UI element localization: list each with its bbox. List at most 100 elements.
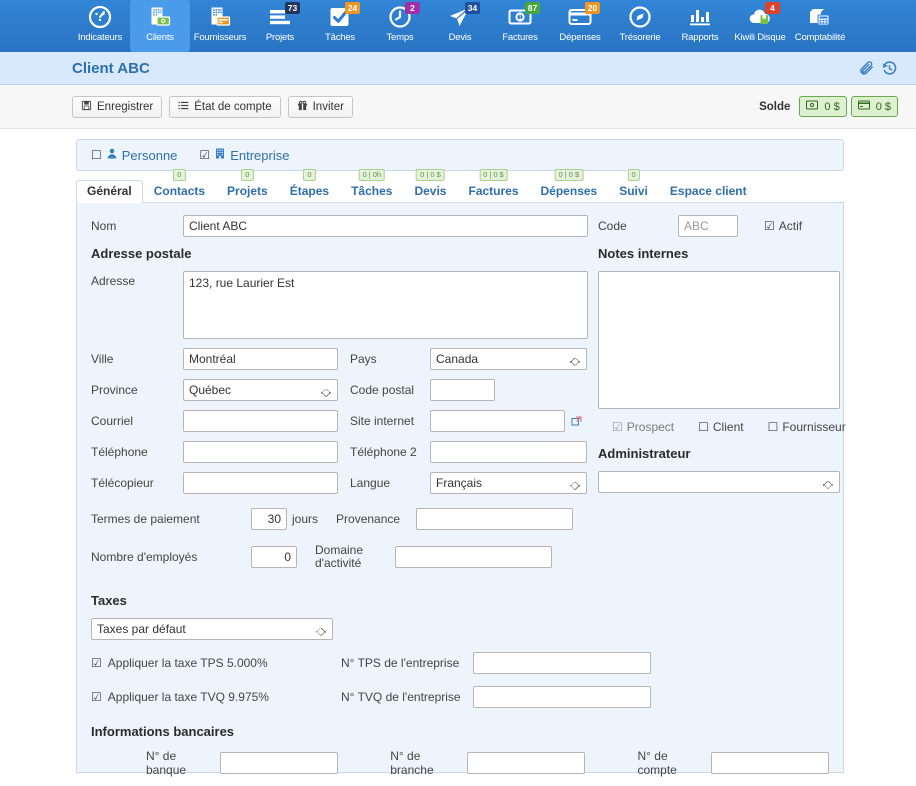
account-statement-label: État de compte: [194, 100, 272, 113]
balance-cash-value: 0 $: [824, 100, 840, 113]
courriel-input[interactable]: [183, 410, 338, 432]
nav-item-tresorerie[interactable]: Trésorerie: [610, 0, 670, 52]
pays-select[interactable]: Canada: [430, 348, 587, 370]
external-link-icon[interactable]: [571, 415, 583, 427]
site-internet-input[interactable]: [430, 410, 565, 432]
save-button[interactable]: Enregistrer: [72, 95, 163, 118]
tab-etapes[interactable]: 0 Étapes: [279, 169, 340, 202]
account-statement-button[interactable]: État de compte: [169, 95, 281, 118]
actif-checkbox-wrapper[interactable]: ☑ Actif: [764, 219, 802, 233]
client-checkbox[interactable]: ☐: [698, 421, 709, 433]
tab-label: Étapes: [289, 184, 330, 198]
actif-checkbox[interactable]: ☑: [764, 220, 775, 232]
nav-label: Fournisseurs: [193, 32, 247, 43]
langue-select[interactable]: Français: [430, 472, 587, 494]
notes-internes-textarea[interactable]: [598, 271, 840, 409]
building-icon: [214, 147, 226, 163]
balance-cash-badge[interactable]: 0 $: [799, 96, 847, 117]
prospect-checkbox-wrapper[interactable]: ☑ Prospect: [612, 420, 674, 434]
telecopieur-input[interactable]: [183, 472, 338, 494]
tab-suivi[interactable]: 0 Suivi: [608, 169, 659, 202]
client-checkbox-wrapper[interactable]: ☐ Client: [698, 420, 743, 434]
telephone2-input[interactable]: [430, 441, 587, 463]
form-left-column: Nom Adresse postale Adresse 123, rue Lau…: [91, 215, 588, 579]
entreprise-checkbox[interactable]: ☑: [199, 149, 210, 161]
field-row-nom: Nom: [91, 215, 588, 237]
balance-credit-badge[interactable]: 0 $: [850, 96, 898, 117]
balance-credit-value: 0 $: [875, 100, 891, 113]
ville-input[interactable]: [183, 348, 338, 370]
tab-contacts[interactable]: 0 Contacts: [143, 169, 216, 202]
tab-taches[interactable]: 0 | 0h Tâches: [340, 169, 403, 202]
nav-item-projets[interactable]: 73 Projets: [250, 0, 310, 52]
fournisseur-checkbox[interactable]: ☐: [768, 421, 779, 433]
tps-checkbox-wrapper[interactable]: ☑ Appliquer la taxe TPS 5.000%: [91, 656, 341, 670]
tvq-number-label: N° TVQ de l'entreprise: [341, 690, 461, 704]
nav-item-fournisseurs[interactable]: Fournisseurs: [190, 0, 250, 52]
provenance-input[interactable]: [416, 508, 574, 530]
termes-input[interactable]: [251, 508, 287, 530]
nav-item-kiwili-disque[interactable]: 4 Kiwili Disque: [730, 0, 790, 52]
tab-devis[interactable]: 0 | 0 $ Devis: [403, 169, 457, 202]
tab-espace-client[interactable]: Espace client: [659, 180, 758, 202]
tvq-number-input[interactable]: [473, 686, 651, 708]
nav-item-indicateurs[interactable]: Indicateurs: [70, 0, 130, 52]
employes-input[interactable]: [251, 546, 297, 568]
tab-projets[interactable]: 0 Projets: [216, 169, 279, 202]
nav-item-factures[interactable]: 1 87 Factures: [490, 0, 550, 52]
nav-label: Kiwili Disque: [734, 32, 786, 43]
field-row-province-codepostal: Province Québec Code postal: [91, 379, 588, 401]
nav-item-temps[interactable]: 2 Temps: [370, 0, 430, 52]
paperclip-icon[interactable]: [858, 60, 875, 77]
nav-label: Comptabilité: [794, 32, 846, 43]
province-select[interactable]: Québec: [183, 379, 338, 401]
history-icon[interactable]: [881, 60, 898, 77]
entity-type-entreprise[interactable]: ☑ Entreprise: [199, 147, 289, 163]
pays-label: Pays: [350, 352, 377, 366]
nav-item-taches[interactable]: 24 Tâches: [310, 0, 370, 52]
nav-item-depenses[interactable]: 20 Dépenses: [550, 0, 610, 52]
tab-general[interactable]: Général: [76, 180, 143, 203]
nom-input[interactable]: [183, 215, 588, 237]
notes-internes-heading: Notes internes: [598, 246, 689, 261]
nav-item-rapports[interactable]: Rapports: [670, 0, 730, 52]
tps-number-input[interactable]: [473, 652, 651, 674]
nav-item-clients[interactable]: Clients: [130, 0, 190, 52]
tab-label: Contacts: [153, 184, 206, 198]
nav-badge: 34: [465, 2, 480, 14]
nav-item-devis[interactable]: 34 Devis: [430, 0, 490, 52]
administrateur-select[interactable]: [598, 471, 840, 493]
personne-checkbox[interactable]: ☐: [91, 149, 102, 161]
tab-label: Factures: [468, 184, 519, 198]
field-row-employes-domaine: Nombre d'employés Domaine d'activité: [91, 544, 588, 570]
taxes-select[interactable]: Taxes par défaut: [91, 618, 333, 640]
adresse-textarea[interactable]: 123, rue Laurier Est: [183, 271, 588, 339]
building-card-icon: [207, 4, 233, 30]
general-tab-panel: Nom Adresse postale Adresse 123, rue Lau…: [76, 203, 846, 777]
form-columns: Nom Adresse postale Adresse 123, rue Lau…: [91, 215, 846, 579]
entity-type-personne[interactable]: ☐ Personne: [91, 147, 177, 163]
telephone-input[interactable]: [183, 441, 338, 463]
tvq-checkbox[interactable]: ☑: [91, 691, 102, 703]
fournisseur-checkbox-wrapper[interactable]: ☐ Fournisseur: [768, 420, 846, 434]
nav-item-comptabilite[interactable]: Comptabilité: [790, 0, 850, 52]
prospect-checkbox[interactable]: ☑: [612, 421, 623, 433]
branche-input[interactable]: [467, 752, 586, 774]
tab-depenses[interactable]: 0 | 0 $ Dépenses: [530, 169, 609, 202]
tab-label: Projets: [227, 184, 268, 198]
nav-label: Dépenses: [559, 32, 601, 43]
province-label: Province: [91, 383, 138, 397]
banque-input[interactable]: [220, 752, 339, 774]
invite-button[interactable]: Inviter: [287, 95, 353, 118]
adresse-postale-heading: Adresse postale: [91, 246, 192, 261]
main-navigation: Indicateurs Clients Fournisseurs 73 Proj…: [0, 0, 916, 52]
gift-icon: [297, 100, 308, 114]
tab-factures[interactable]: 0 | 0 $ Factures: [457, 169, 529, 202]
code-postal-input[interactable]: [430, 379, 495, 401]
tps-checkbox[interactable]: ☑: [91, 657, 102, 669]
compte-input[interactable]: [711, 752, 829, 774]
tab-badge: 0: [303, 169, 316, 181]
tvq-checkbox-wrapper[interactable]: ☑ Appliquer la taxe TVQ 9.975%: [91, 690, 341, 704]
domaine-input[interactable]: [395, 546, 552, 568]
code-input[interactable]: [678, 215, 738, 237]
